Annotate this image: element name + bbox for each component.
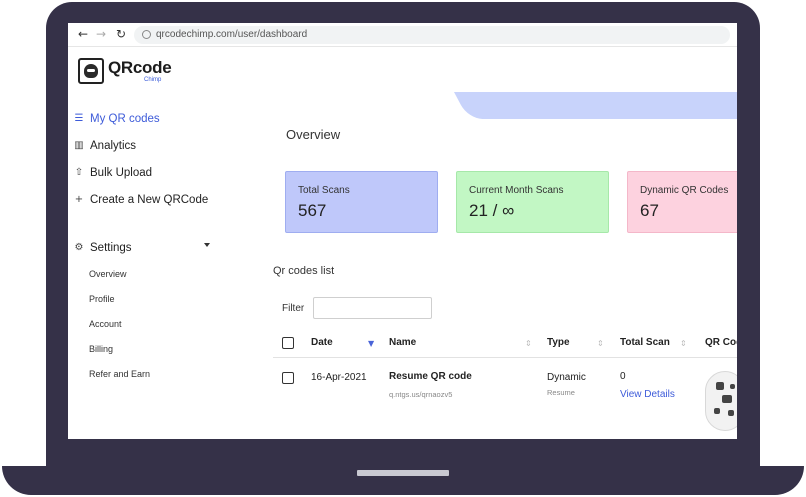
qr-list-title: Qr codes list <box>273 265 335 277</box>
qr-dot <box>728 410 734 416</box>
upload-icon: ⇧ <box>74 167 84 178</box>
row-checkbox[interactable] <box>282 372 294 384</box>
row-name[interactable]: Resume QR code <box>389 371 472 382</box>
settings-item-overview[interactable]: Overview <box>89 269 127 279</box>
sidebar-item-settings[interactable]: ⚙ Settings <box>74 239 132 257</box>
settings-item-profile[interactable]: Profile <box>89 294 115 304</box>
select-all-checkbox[interactable] <box>282 337 294 349</box>
card-value: 67 <box>640 201 659 220</box>
laptop-mockup: ← → ↻ qrcodechimp.com/user/dashboard QRc… <box>0 0 806 497</box>
logo-subtext: Chimp <box>144 77 162 83</box>
chimp-logo-icon <box>78 58 104 84</box>
row-type: Dynamic <box>547 372 586 383</box>
qr-dot <box>730 384 735 389</box>
column-header-type[interactable]: Type <box>547 337 570 348</box>
site-info-icon[interactable] <box>142 30 151 39</box>
address-bar[interactable]: qrcodechimp.com/user/dashboard <box>134 26 730 44</box>
row-subtype: Resume <box>547 388 575 397</box>
sidebar-item-create-qrcode[interactable]: + Create a New QRCode <box>74 191 208 209</box>
row-total-scan: 0 <box>620 371 626 382</box>
card-label: Dynamic QR Codes <box>640 185 729 196</box>
settings-item-billing[interactable]: Billing <box>89 344 113 354</box>
qr-dot <box>714 408 720 414</box>
laptop-screen: ← → ↻ qrcodechimp.com/user/dashboard QRc… <box>68 23 737 439</box>
sort-icon[interactable]: ⇕ <box>680 339 687 348</box>
qr-dot <box>722 395 732 403</box>
card-label: Current Month Scans <box>469 185 564 196</box>
reload-icon[interactable]: ↻ <box>114 27 128 41</box>
back-arrow-icon[interactable]: ← <box>76 27 90 41</box>
filter-label: Filter <box>282 303 305 314</box>
url-text: qrcodechimp.com/user/dashboard <box>156 29 308 40</box>
dynamic-qr-codes-card: Dynamic QR Codes 67 <box>627 171 737 233</box>
row-short-url[interactable]: q.ntgs.us/qrnaozv5 <box>389 390 452 399</box>
row-date: 16-Apr-2021 <box>311 372 367 383</box>
laptop-hinge-slot <box>357 470 449 476</box>
sort-icon[interactable]: ⇕ <box>525 339 532 348</box>
sidebar-item-label: Analytics <box>90 140 137 152</box>
bar-chart-icon: ▥ <box>74 140 84 151</box>
qr-dot <box>716 382 724 390</box>
column-header-date[interactable]: Date <box>311 337 333 348</box>
card-value: 21 / ∞ <box>469 201 515 220</box>
qrcodechimp-logo[interactable]: QRcode Chimp <box>78 58 172 84</box>
sidebar-item-label: Settings <box>90 242 132 254</box>
sidebar-item-label: Create a New QRCode <box>90 194 209 206</box>
gear-icon: ⚙ <box>74 242 84 253</box>
card-value: 567 <box>298 201 327 220</box>
settings-item-refer-and-earn[interactable]: Refer and Earn <box>89 369 150 379</box>
view-details-link[interactable]: View Details <box>620 389 675 400</box>
card-label: Total Scans <box>298 185 350 196</box>
column-header-total-scan[interactable]: Total Scan <box>620 337 670 348</box>
total-scans-card: Total Scans 567 <box>285 171 438 233</box>
column-header-name[interactable]: Name <box>389 337 416 348</box>
sort-desc-icon[interactable]: ▼ <box>368 339 374 348</box>
current-month-scans-card: Current Month Scans 21 / ∞ <box>456 171 609 233</box>
stack-icon: ☰ <box>74 113 84 124</box>
sidebar-item-label: Bulk Upload <box>90 167 153 179</box>
sidebar-item-label: My QR codes <box>90 113 160 125</box>
page-title: Overview <box>286 127 341 142</box>
logo-text: QRcode <box>108 58 172 77</box>
plus-icon: + <box>74 194 84 205</box>
settings-item-account[interactable]: Account <box>89 319 122 329</box>
filter-input[interactable] <box>313 297 432 319</box>
header-banner <box>454 92 737 119</box>
sidebar-item-bulk-upload[interactable]: ⇧ Bulk Upload <box>74 164 152 182</box>
sort-icon[interactable]: ⇕ <box>597 339 604 348</box>
chevron-down-icon[interactable] <box>204 243 210 247</box>
sidebar-item-analytics[interactable]: ▥ Analytics <box>74 137 136 155</box>
forward-arrow-icon[interactable]: → <box>94 27 108 41</box>
table-header-divider <box>273 357 737 358</box>
sidebar-item-my-qr-codes[interactable]: ☰ My QR codes <box>74 110 160 128</box>
column-header-qr-code: QR Cod <box>705 337 737 348</box>
browser-toolbar: ← → ↻ qrcodechimp.com/user/dashboard <box>68 23 737 47</box>
qr-code-thumbnail[interactable] <box>705 371 737 431</box>
